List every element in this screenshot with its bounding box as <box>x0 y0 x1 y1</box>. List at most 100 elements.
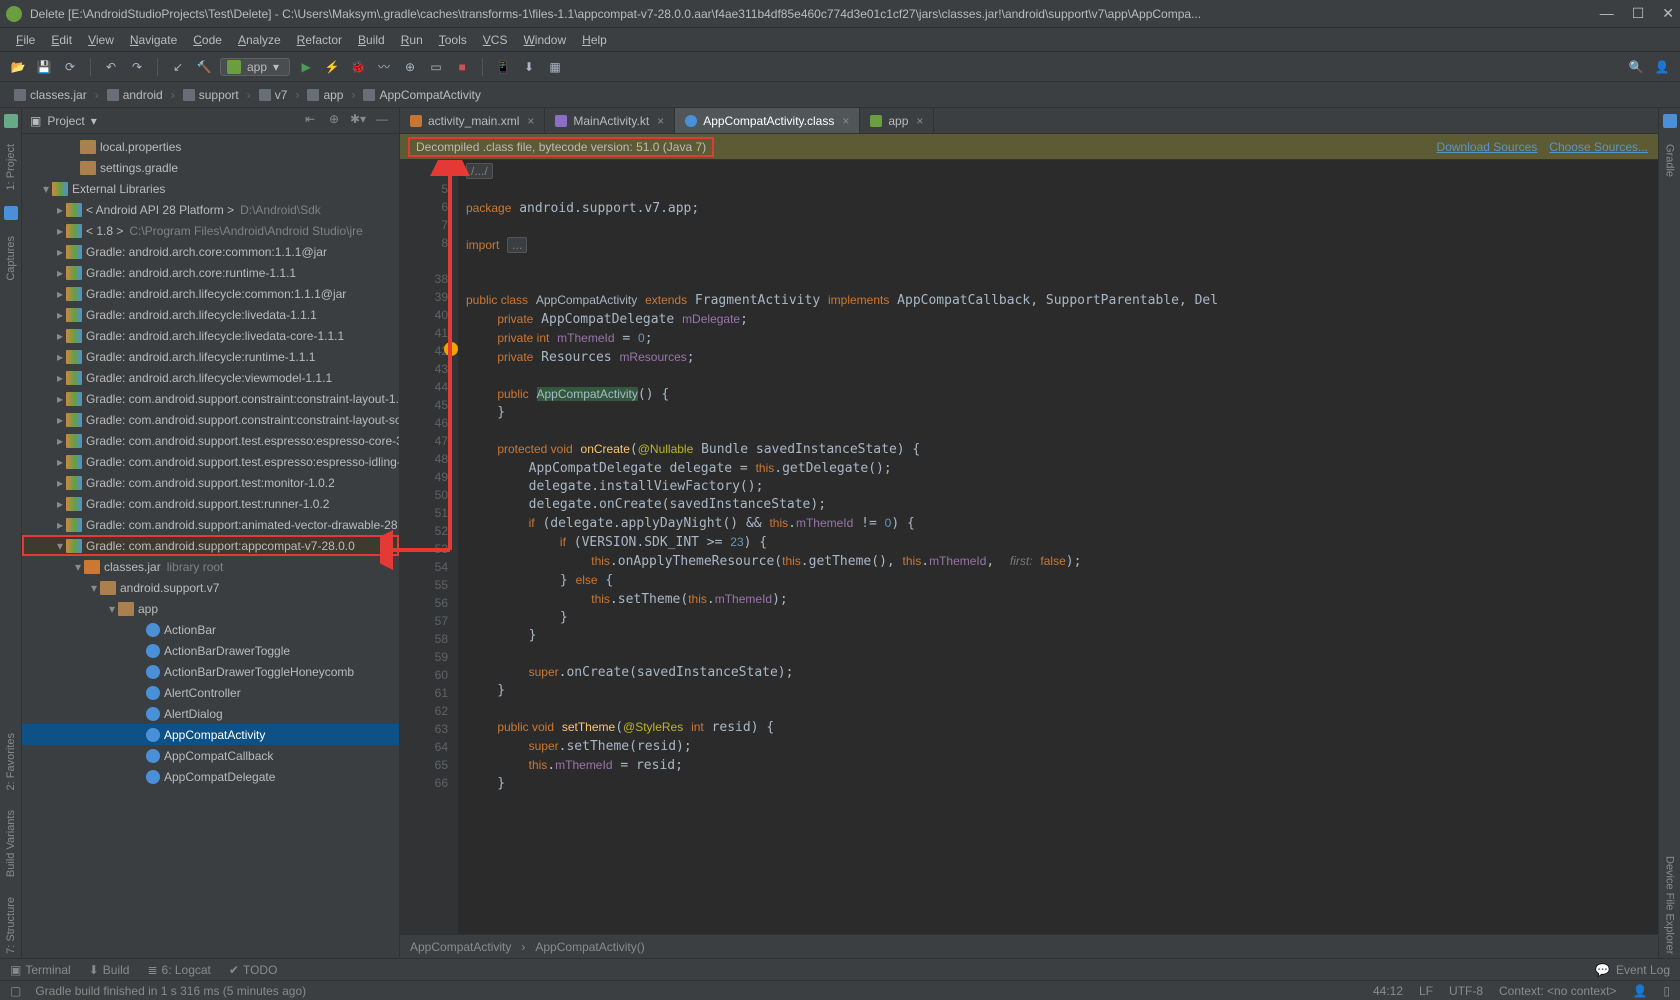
event-log-label[interactable]: Event Log <box>1616 963 1670 977</box>
tree-item[interactable]: ▾External Libraries <box>22 178 399 199</box>
avd-icon[interactable]: 📱 <box>493 57 513 77</box>
tree-item[interactable]: AlertController <box>22 682 399 703</box>
menu-run[interactable]: Run <box>393 31 431 49</box>
device-icon[interactable]: ▭ <box>426 57 446 77</box>
breadcrumb-app[interactable]: app <box>301 86 349 104</box>
crumb-method[interactable]: AppCompatActivity() <box>535 940 644 954</box>
tree-item[interactable]: ▸Gradle: com.android.support:animated-ve… <box>22 514 399 535</box>
tree-item[interactable]: ActionBar <box>22 619 399 640</box>
tree-item[interactable]: local.properties <box>22 136 399 157</box>
tree-item[interactable]: ▸Gradle: android.arch.lifecycle:viewmode… <box>22 367 399 388</box>
tree-item[interactable]: ▸Gradle: com.android.support.test:monito… <box>22 472 399 493</box>
menu-view[interactable]: View <box>80 31 122 49</box>
tree-item[interactable]: ActionBarDrawerToggle <box>22 640 399 661</box>
save-icon[interactable]: 💾 <box>34 57 54 77</box>
breadcrumb-android[interactable]: android <box>101 86 169 104</box>
gutter[interactable]: 4567838394041424344454647484950515253545… <box>400 160 458 934</box>
crumb-class[interactable]: AppCompatActivity <box>410 940 511 954</box>
menu-refactor[interactable]: Refactor <box>289 31 350 49</box>
tool-build[interactable]: ⬇Build <box>89 963 130 977</box>
attach-icon[interactable]: ⊕ <box>400 57 420 77</box>
project-tool-icon[interactable] <box>4 114 18 128</box>
tree-item[interactable]: ▸Gradle: android.arch.lifecycle:common:1… <box>22 283 399 304</box>
tree-item[interactable]: AppCompatDelegate <box>22 766 399 787</box>
hide-icon[interactable]: — <box>373 112 391 130</box>
tab-appcompatactivity-class[interactable]: AppCompatActivity.class× <box>675 108 860 133</box>
line-separator[interactable]: LF <box>1419 984 1433 998</box>
close-tab-icon[interactable]: × <box>842 114 849 128</box>
tool-terminal[interactable]: ▣Terminal <box>10 963 71 977</box>
menu-vcs[interactable]: VCS <box>475 31 516 49</box>
menu-window[interactable]: Window <box>515 31 574 49</box>
file-encoding[interactable]: UTF-8 <box>1449 984 1483 998</box>
layout-inspector-icon[interactable]: ▦ <box>545 57 565 77</box>
tree-item[interactable]: ▸< Android API 28 Platform >D:\Android\S… <box>22 199 399 220</box>
close-button[interactable]: ✕ <box>1662 5 1674 22</box>
menu-help[interactable]: Help <box>574 31 615 49</box>
tool-project[interactable]: 1: Project <box>5 140 17 194</box>
run-button[interactable]: ▶ <box>296 57 316 77</box>
hammer-icon[interactable]: 🔨 <box>194 57 214 77</box>
gear-icon[interactable]: ✱▾ <box>349 112 367 130</box>
event-log-icon[interactable]: 💬 <box>1595 963 1610 977</box>
code-editor[interactable]: 4567838394041424344454647484950515253545… <box>400 160 1658 934</box>
code-content[interactable]: /.../ package android.support.v7.app; im… <box>458 160 1658 934</box>
tree-item[interactable]: ActionBarDrawerToggleHoneycomb <box>22 661 399 682</box>
breadcrumb-classes-jar[interactable]: classes.jar <box>8 86 93 104</box>
project-tree[interactable]: local.propertiessettings.gradle▾External… <box>22 134 399 958</box>
caret-position[interactable]: 44:12 <box>1373 984 1403 998</box>
close-tab-icon[interactable]: × <box>527 114 534 128</box>
tree-item[interactable]: AlertDialog <box>22 703 399 724</box>
open-icon[interactable]: 📂 <box>8 57 28 77</box>
apply-changes-icon[interactable]: ⚡ <box>322 57 342 77</box>
tab-activity-main-xml[interactable]: activity_main.xml× <box>400 108 545 133</box>
menu-edit[interactable]: Edit <box>43 31 80 49</box>
tool-structure[interactable]: 7: Structure <box>5 893 17 958</box>
project-panel-title[interactable]: Project <box>47 114 84 128</box>
tree-item[interactable]: ▾classes.jarlibrary root <box>22 556 399 577</box>
tree-item[interactable]: ▸Gradle: android.arch.core:runtime-1.1.1 <box>22 262 399 283</box>
tree-item[interactable]: AppCompatCallback <box>22 745 399 766</box>
tree-item[interactable]: ▸Gradle: com.android.support.constraint:… <box>22 388 399 409</box>
context-label[interactable]: Context: <no context> <box>1499 984 1616 998</box>
tree-item[interactable]: ▾Gradle: com.android.support:appcompat-v… <box>22 535 399 556</box>
menu-tools[interactable]: Tools <box>431 31 475 49</box>
sync-icon[interactable]: ⟳ <box>60 57 80 77</box>
undo-icon[interactable]: ↶ <box>101 57 121 77</box>
stop-button[interactable]: ■ <box>452 57 472 77</box>
breadcrumb-appcompatactivity[interactable]: AppCompatActivity <box>357 86 486 104</box>
tool-todo[interactable]: ✔TODO <box>229 963 278 977</box>
debug-icon[interactable]: 🐞 <box>348 57 368 77</box>
tree-item[interactable]: AppCompatActivity <box>22 724 399 745</box>
tree-item[interactable]: ▸Gradle: android.arch.lifecycle:runtime-… <box>22 346 399 367</box>
sdk-icon[interactable]: ⬇ <box>519 57 539 77</box>
locate-icon[interactable]: ⊕ <box>325 112 343 130</box>
tree-item[interactable]: ▾android.support.v7 <box>22 577 399 598</box>
search-icon[interactable]: 🔍 <box>1626 57 1646 77</box>
tool-build-variants[interactable]: Build Variants <box>5 806 17 881</box>
gradle-tool-icon[interactable] <box>1663 114 1677 128</box>
menu-file[interactable]: File <box>8 31 43 49</box>
menu-navigate[interactable]: Navigate <box>122 31 185 49</box>
chevron-down-icon[interactable]: ▾ <box>91 114 97 128</box>
redo-icon[interactable]: ↷ <box>127 57 147 77</box>
tree-item[interactable]: ▾app <box>22 598 399 619</box>
user-icon[interactable]: 👤 <box>1652 57 1672 77</box>
tree-item[interactable]: ▸Gradle: com.android.support.test:runner… <box>22 493 399 514</box>
menu-code[interactable]: Code <box>185 31 230 49</box>
tab-mainactivity-kt[interactable]: MainActivity.kt× <box>545 108 675 133</box>
tree-item[interactable]: ▸Gradle: com.android.support.test.espres… <box>22 430 399 451</box>
breadcrumb-support[interactable]: support <box>177 86 245 104</box>
breadcrumb-v7[interactable]: v7 <box>253 86 294 104</box>
collapse-icon[interactable]: ⇤ <box>301 112 319 130</box>
menu-analyze[interactable]: Analyze <box>230 31 289 49</box>
tool-logcat[interactable]: ≣6: Logcat <box>147 963 210 977</box>
tree-item[interactable]: settings.gradle <box>22 157 399 178</box>
tool-gradle[interactable]: Gradle <box>1664 140 1676 181</box>
tree-item[interactable]: ▸Gradle: android.arch.lifecycle:livedata… <box>22 325 399 346</box>
close-tab-icon[interactable]: × <box>657 114 664 128</box>
tree-item[interactable]: ▸< 1.8 >C:\Program Files\Android\Android… <box>22 220 399 241</box>
tree-item[interactable]: ▸Gradle: com.android.support.constraint:… <box>22 409 399 430</box>
memory-indicator[interactable]: ▯ <box>1663 984 1670 998</box>
back-icon[interactable]: ↙ <box>168 57 188 77</box>
